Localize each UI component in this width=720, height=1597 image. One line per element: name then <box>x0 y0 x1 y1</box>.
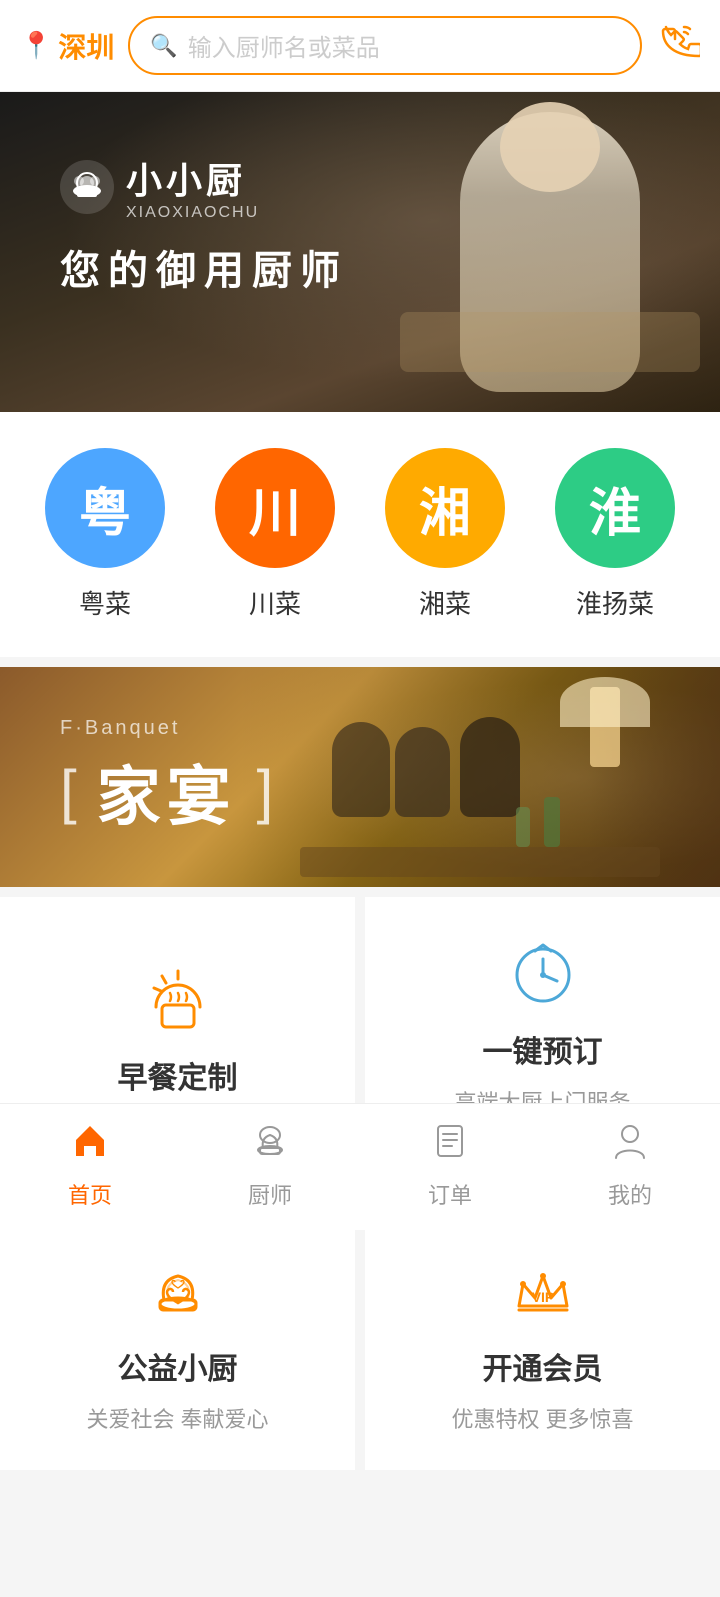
hero-banner: 小小厨 XIAOXIAOCHU 您的御用厨师 <box>0 92 720 412</box>
service-charity[interactable]: 公益小厨 关爱社会 奉献爱心 <box>0 1214 355 1470</box>
category-label-huai: 淮扬菜 <box>576 584 654 621</box>
phone-icon[interactable] <box>656 19 700 72</box>
category-circle-xiang: 湘 <box>385 448 505 568</box>
bottom-nav: 首页 厨师 订单 <box>0 1103 720 1230</box>
charity-desc: 关爱社会 奉献爱心 <box>86 1402 268 1434</box>
nav-home[interactable]: 首页 <box>0 1120 180 1210</box>
location-button[interactable]: 📍 深圳 <box>20 26 114 66</box>
category-yue[interactable]: 粤 粤菜 <box>45 448 165 621</box>
category-chuan[interactable]: 川 川菜 <box>215 448 335 621</box>
category-circle-chuan: 川 <box>215 448 335 568</box>
breakfast-title: 早餐定制 <box>118 1053 238 1097</box>
banner-content: 小小厨 XIAOXIAOCHU 您的御用厨师 <box>60 152 348 296</box>
right-bracket: ] <box>257 757 274 826</box>
category-circle-huai: 淮 <box>555 448 675 568</box>
home-icon <box>70 1120 110 1170</box>
service-vip[interactable]: VIP 开通会员 优惠特权 更多惊喜 <box>365 1214 720 1470</box>
category-label-xiang: 湘菜 <box>419 584 471 621</box>
vip-title: 开通会员 <box>483 1344 603 1388</box>
charity-icon <box>138 1250 218 1330</box>
vip-desc: 优惠特权 更多惊喜 <box>451 1402 633 1434</box>
nav-mine-label: 我的 <box>608 1178 652 1210</box>
location-label: 深圳 <box>58 26 114 66</box>
svg-text:VIP: VIP <box>531 1289 554 1305</box>
chef-hat-icon <box>60 160 114 214</box>
category-section: 粤 粤菜 川 川菜 湘 湘菜 淮 淮扬菜 <box>0 412 720 657</box>
category-row: 粤 粤菜 川 川菜 湘 湘菜 淮 淮扬菜 <box>20 448 700 621</box>
category-circle-yue: 粤 <box>45 448 165 568</box>
nav-order-label: 订单 <box>428 1178 472 1210</box>
banner-slogan: 您的御用厨师 <box>60 238 348 296</box>
booking-title: 一键预订 <box>483 1027 603 1071</box>
booking-icon <box>503 933 583 1013</box>
banquet-content: F·Banquet [ 家宴 ] <box>0 687 333 868</box>
banquet-title-row: [ 家宴 ] <box>60 746 273 838</box>
category-label-chuan: 川菜 <box>249 584 301 621</box>
category-huai[interactable]: 淮 淮扬菜 <box>555 448 675 621</box>
charity-title: 公益小厨 <box>118 1344 238 1388</box>
category-xiang[interactable]: 湘 湘菜 <box>385 448 505 621</box>
brand-pinyin: XIAOXIAOCHU <box>126 204 259 222</box>
nav-chef[interactable]: 厨师 <box>180 1120 360 1210</box>
order-icon <box>430 1120 470 1170</box>
nav-mine[interactable]: 我的 <box>540 1120 720 1210</box>
search-icon: 🔍 <box>150 33 177 59</box>
location-icon: 📍 <box>20 30 52 61</box>
banquet-sub-label: F·Banquet <box>60 717 273 740</box>
left-bracket: [ <box>60 757 77 826</box>
category-label-yue: 粤菜 <box>79 584 131 621</box>
search-placeholder: 输入厨师名或菜品 <box>188 28 380 63</box>
banquet-banner[interactable]: F·Banquet [ 家宴 ] <box>0 667 720 887</box>
banquet-title: 家宴 <box>97 746 237 838</box>
nav-order[interactable]: 订单 <box>360 1120 540 1210</box>
vip-icon: VIP <box>503 1250 583 1330</box>
nav-home-label: 首页 <box>68 1178 112 1210</box>
header: 📍 深圳 🔍 输入厨师名或菜品 <box>0 0 720 92</box>
search-bar[interactable]: 🔍 输入厨师名或菜品 <box>128 16 642 75</box>
nav-chef-label: 厨师 <box>248 1178 292 1210</box>
breakfast-icon <box>138 959 218 1039</box>
chef-icon <box>250 1120 290 1170</box>
brand-name: 小小厨 <box>126 152 259 204</box>
mine-icon <box>610 1120 650 1170</box>
